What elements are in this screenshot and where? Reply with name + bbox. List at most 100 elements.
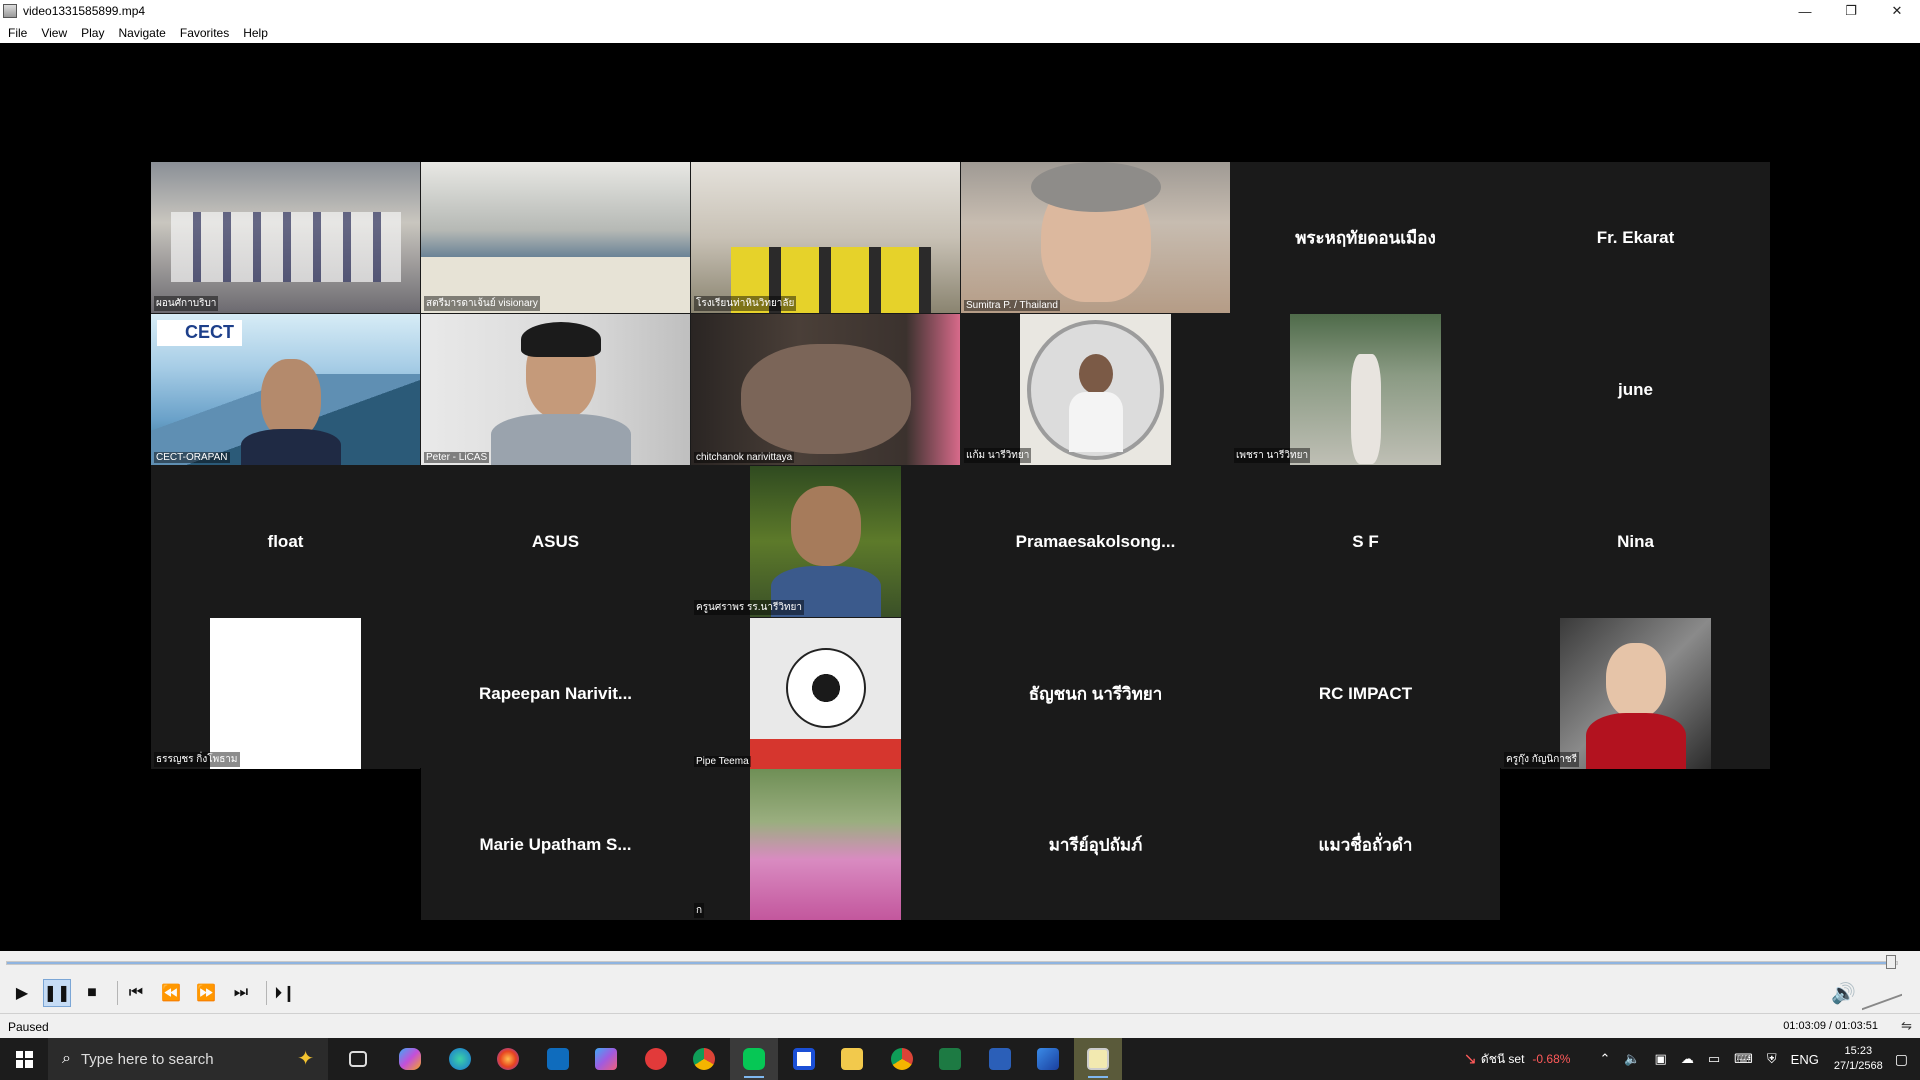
system-tray: ↘ ดัชนี set -0.68% ⌃ 🔈 ▣ ☁ ▭ ⌨ ⛨ ENG 15:… [1464, 1038, 1920, 1080]
taskbar-search[interactable]: ⌕ Type here to search ✦ [48, 1038, 328, 1080]
app-icon [3, 4, 17, 18]
task-view-icon[interactable] [334, 1038, 382, 1080]
m365-icon[interactable] [582, 1038, 630, 1080]
menu-bar: File View Play Navigate Favorites Help [0, 22, 1920, 43]
participant-tile: ธัญชนก นารีวิทยา [961, 618, 1230, 769]
toggle-icon[interactable]: ⇋ [1901, 1018, 1912, 1034]
participant-name: Marie Upatham S... [479, 834, 632, 854]
menu-play[interactable]: Play [81, 26, 104, 40]
participant-tile: ก [691, 769, 960, 920]
status-bar: Paused 01:03:09 / 01:03:51 ⇋ [0, 1013, 1920, 1038]
menu-file[interactable]: File [8, 26, 27, 40]
video-feed-face [1079, 354, 1113, 394]
camera-icon[interactable]: ▣ [1655, 1051, 1667, 1067]
file-explorer-icon[interactable] [828, 1038, 876, 1080]
outlook-icon[interactable] [534, 1038, 582, 1080]
menu-navigate[interactable]: Navigate [118, 26, 165, 40]
participant-tile: ครูนศราพร รร.นารีวิทยา [691, 466, 960, 617]
start-button[interactable] [0, 1038, 48, 1080]
participant-tile: Nina [1501, 466, 1770, 617]
participant-name: Peter - LiCAS [424, 452, 490, 463]
taskbar-clock[interactable]: 15:23 27/1/2568 [1834, 1044, 1883, 1074]
minimize-button[interactable]: — [1782, 0, 1828, 22]
edge-icon[interactable] [436, 1038, 484, 1080]
fast-forward-button[interactable]: ⏩ [192, 979, 220, 1007]
chrome-icon[interactable] [680, 1038, 728, 1080]
participant-tile: ASUS [421, 466, 690, 617]
participant-tile: แมวชื่อถั่วดำ [1231, 769, 1500, 920]
video-feed-hair [521, 322, 601, 357]
video-feed-face [741, 344, 911, 454]
active-indicator [1088, 1076, 1108, 1078]
participant-name: เพชรา นารีวิทยา [1234, 448, 1311, 463]
firefox-icon[interactable] [484, 1038, 532, 1080]
participant-tile: Marie Upatham S... [421, 769, 690, 920]
display-icon[interactable]: ▭ [1708, 1051, 1720, 1067]
rewind-button[interactable]: ⏪ [157, 979, 185, 1007]
participant-tile: ธรรญชร กิ่งโพธาม [151, 618, 420, 769]
chevron-up-icon[interactable]: ⌃ [1599, 1051, 1610, 1067]
menu-favorites[interactable]: Favorites [180, 26, 229, 40]
shield-icon[interactable]: ⛨ [1767, 1051, 1777, 1067]
video-feed-body [241, 429, 341, 465]
participant-name: float [267, 531, 304, 551]
restore-button[interactable]: ❐ [1828, 0, 1874, 22]
participant-name: Sumitra P. / Thailand [964, 300, 1060, 311]
video-feed-hair [1031, 162, 1161, 212]
participant-tile: Peter - LiCAS [421, 314, 690, 465]
close-button[interactable]: ✕ [1874, 0, 1920, 22]
onedrive-icon[interactable]: ☁ [1681, 1051, 1694, 1067]
participant-name: พระหฤทัยดอนเมือง [1295, 228, 1436, 247]
participant-tile: float [151, 466, 420, 617]
seek-bar[interactable] [6, 961, 1898, 965]
video-feed-person [1351, 354, 1381, 464]
participant-tile: แก้ม นารีวิทยา [961, 314, 1230, 465]
media-player-icon[interactable] [1074, 1038, 1122, 1080]
stock-widget[interactable]: ↘ ดัชนี set -0.68% [1464, 1049, 1571, 1069]
menu-view[interactable]: View [41, 26, 67, 40]
participant-tile: CECT CECT-ORAPAN [151, 314, 420, 465]
participant-name: มารีย์อุปถัมภ์ [1048, 835, 1143, 854]
windows-icon [15, 1050, 33, 1068]
video-feed-face [791, 486, 861, 566]
chrome-profile-icon[interactable] [878, 1038, 926, 1080]
participant-tile: chitchanok narivittaya [691, 314, 960, 465]
stop-button[interactable]: ■ [78, 979, 106, 1007]
search-placeholder: Type here to search [80, 1050, 214, 1068]
network-icon[interactable]: ⌨ [1734, 1051, 1753, 1067]
word-icon[interactable] [976, 1038, 1024, 1080]
volume-icon[interactable]: 🔈 [1624, 1051, 1640, 1067]
seek-thumb[interactable] [1886, 955, 1896, 969]
previous-button[interactable]: ⏮ [122, 979, 150, 1007]
cect-logo: CECT [185, 322, 234, 342]
next-button[interactable]: ⏭ [227, 979, 255, 1007]
play-button[interactable]: ▶ [8, 979, 36, 1007]
title-bar: video1331585899.mp4 — ❐ ✕ [0, 0, 1920, 22]
notification-icon[interactable]: ▢ [1895, 1051, 1908, 1068]
speaker-icon[interactable]: 🔊 [1831, 981, 1856, 1006]
player-controls: ▶ ❚❚ ■ ⏮ ⏪ ⏩ ⏭ ⏵❙ 🔊 [0, 951, 1920, 1013]
participant-tile: Sumitra P. / Thailand [961, 162, 1230, 313]
window-title: video1331585899.mp4 [23, 4, 146, 18]
active-indicator [744, 1076, 764, 1078]
volume-slider[interactable] [1862, 977, 1902, 1010]
webex-icon[interactable] [780, 1038, 828, 1080]
chart-down-icon: ↘ [1463, 1051, 1477, 1068]
participant-tile: เพชรา นารีวิทยา [1231, 314, 1500, 465]
menu-help[interactable]: Help [243, 26, 268, 40]
stock-change: -0.68% [1532, 1052, 1571, 1066]
pause-button[interactable]: ❚❚ [43, 979, 71, 1007]
line-icon[interactable] [730, 1038, 778, 1080]
excel-icon[interactable] [926, 1038, 974, 1080]
photos-icon[interactable] [1024, 1038, 1072, 1080]
language-indicator[interactable]: ENG [1791, 1052, 1819, 1067]
antivirus-icon[interactable] [632, 1038, 680, 1080]
copilot-icon[interactable] [386, 1038, 434, 1080]
stock-name: ดัชนี set [1480, 1051, 1525, 1066]
participant-name: แก้ม นารีวิทยา [964, 448, 1032, 463]
participant-tile: พระหฤทัยดอนเมือง [1231, 162, 1500, 313]
window-controls: — ❐ ✕ [1782, 0, 1920, 22]
participant-tile: Pramaesakolsong... [961, 466, 1230, 617]
video-area[interactable]: ผอนศักาบริบา สตรีมารดาเจ้นย์ visionary โ… [0, 43, 1920, 951]
frame-step-button[interactable]: ⏵❙ [271, 979, 299, 1007]
